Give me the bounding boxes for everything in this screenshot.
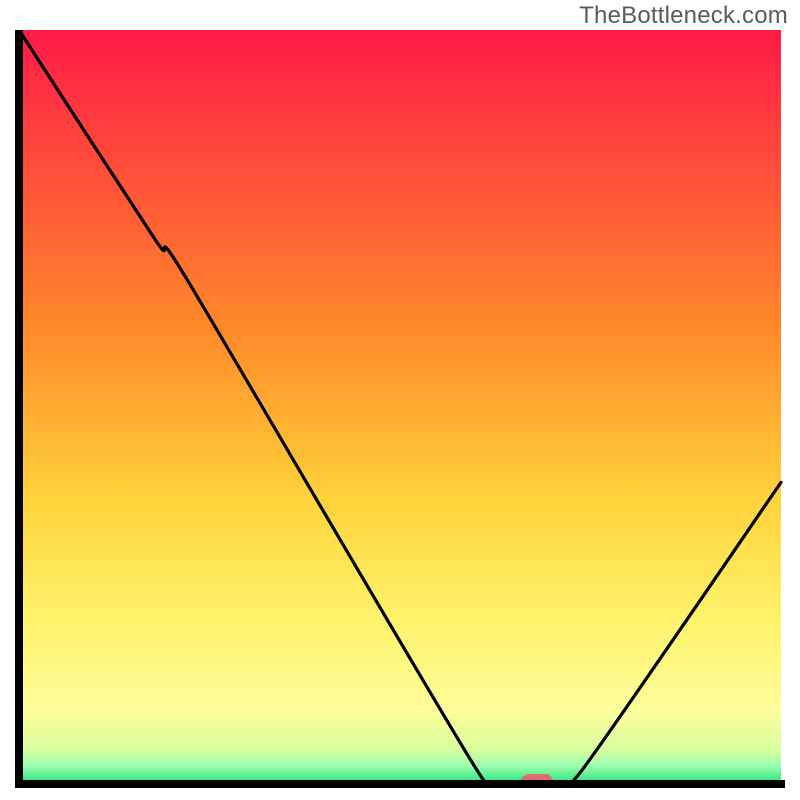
attribution-text: TheBottleneck.com [579,2,788,30]
plot-area [15,30,785,788]
chart-container: TheBottleneck.com [0,0,800,800]
chart-svg [15,30,785,788]
gradient-background [19,30,781,784]
